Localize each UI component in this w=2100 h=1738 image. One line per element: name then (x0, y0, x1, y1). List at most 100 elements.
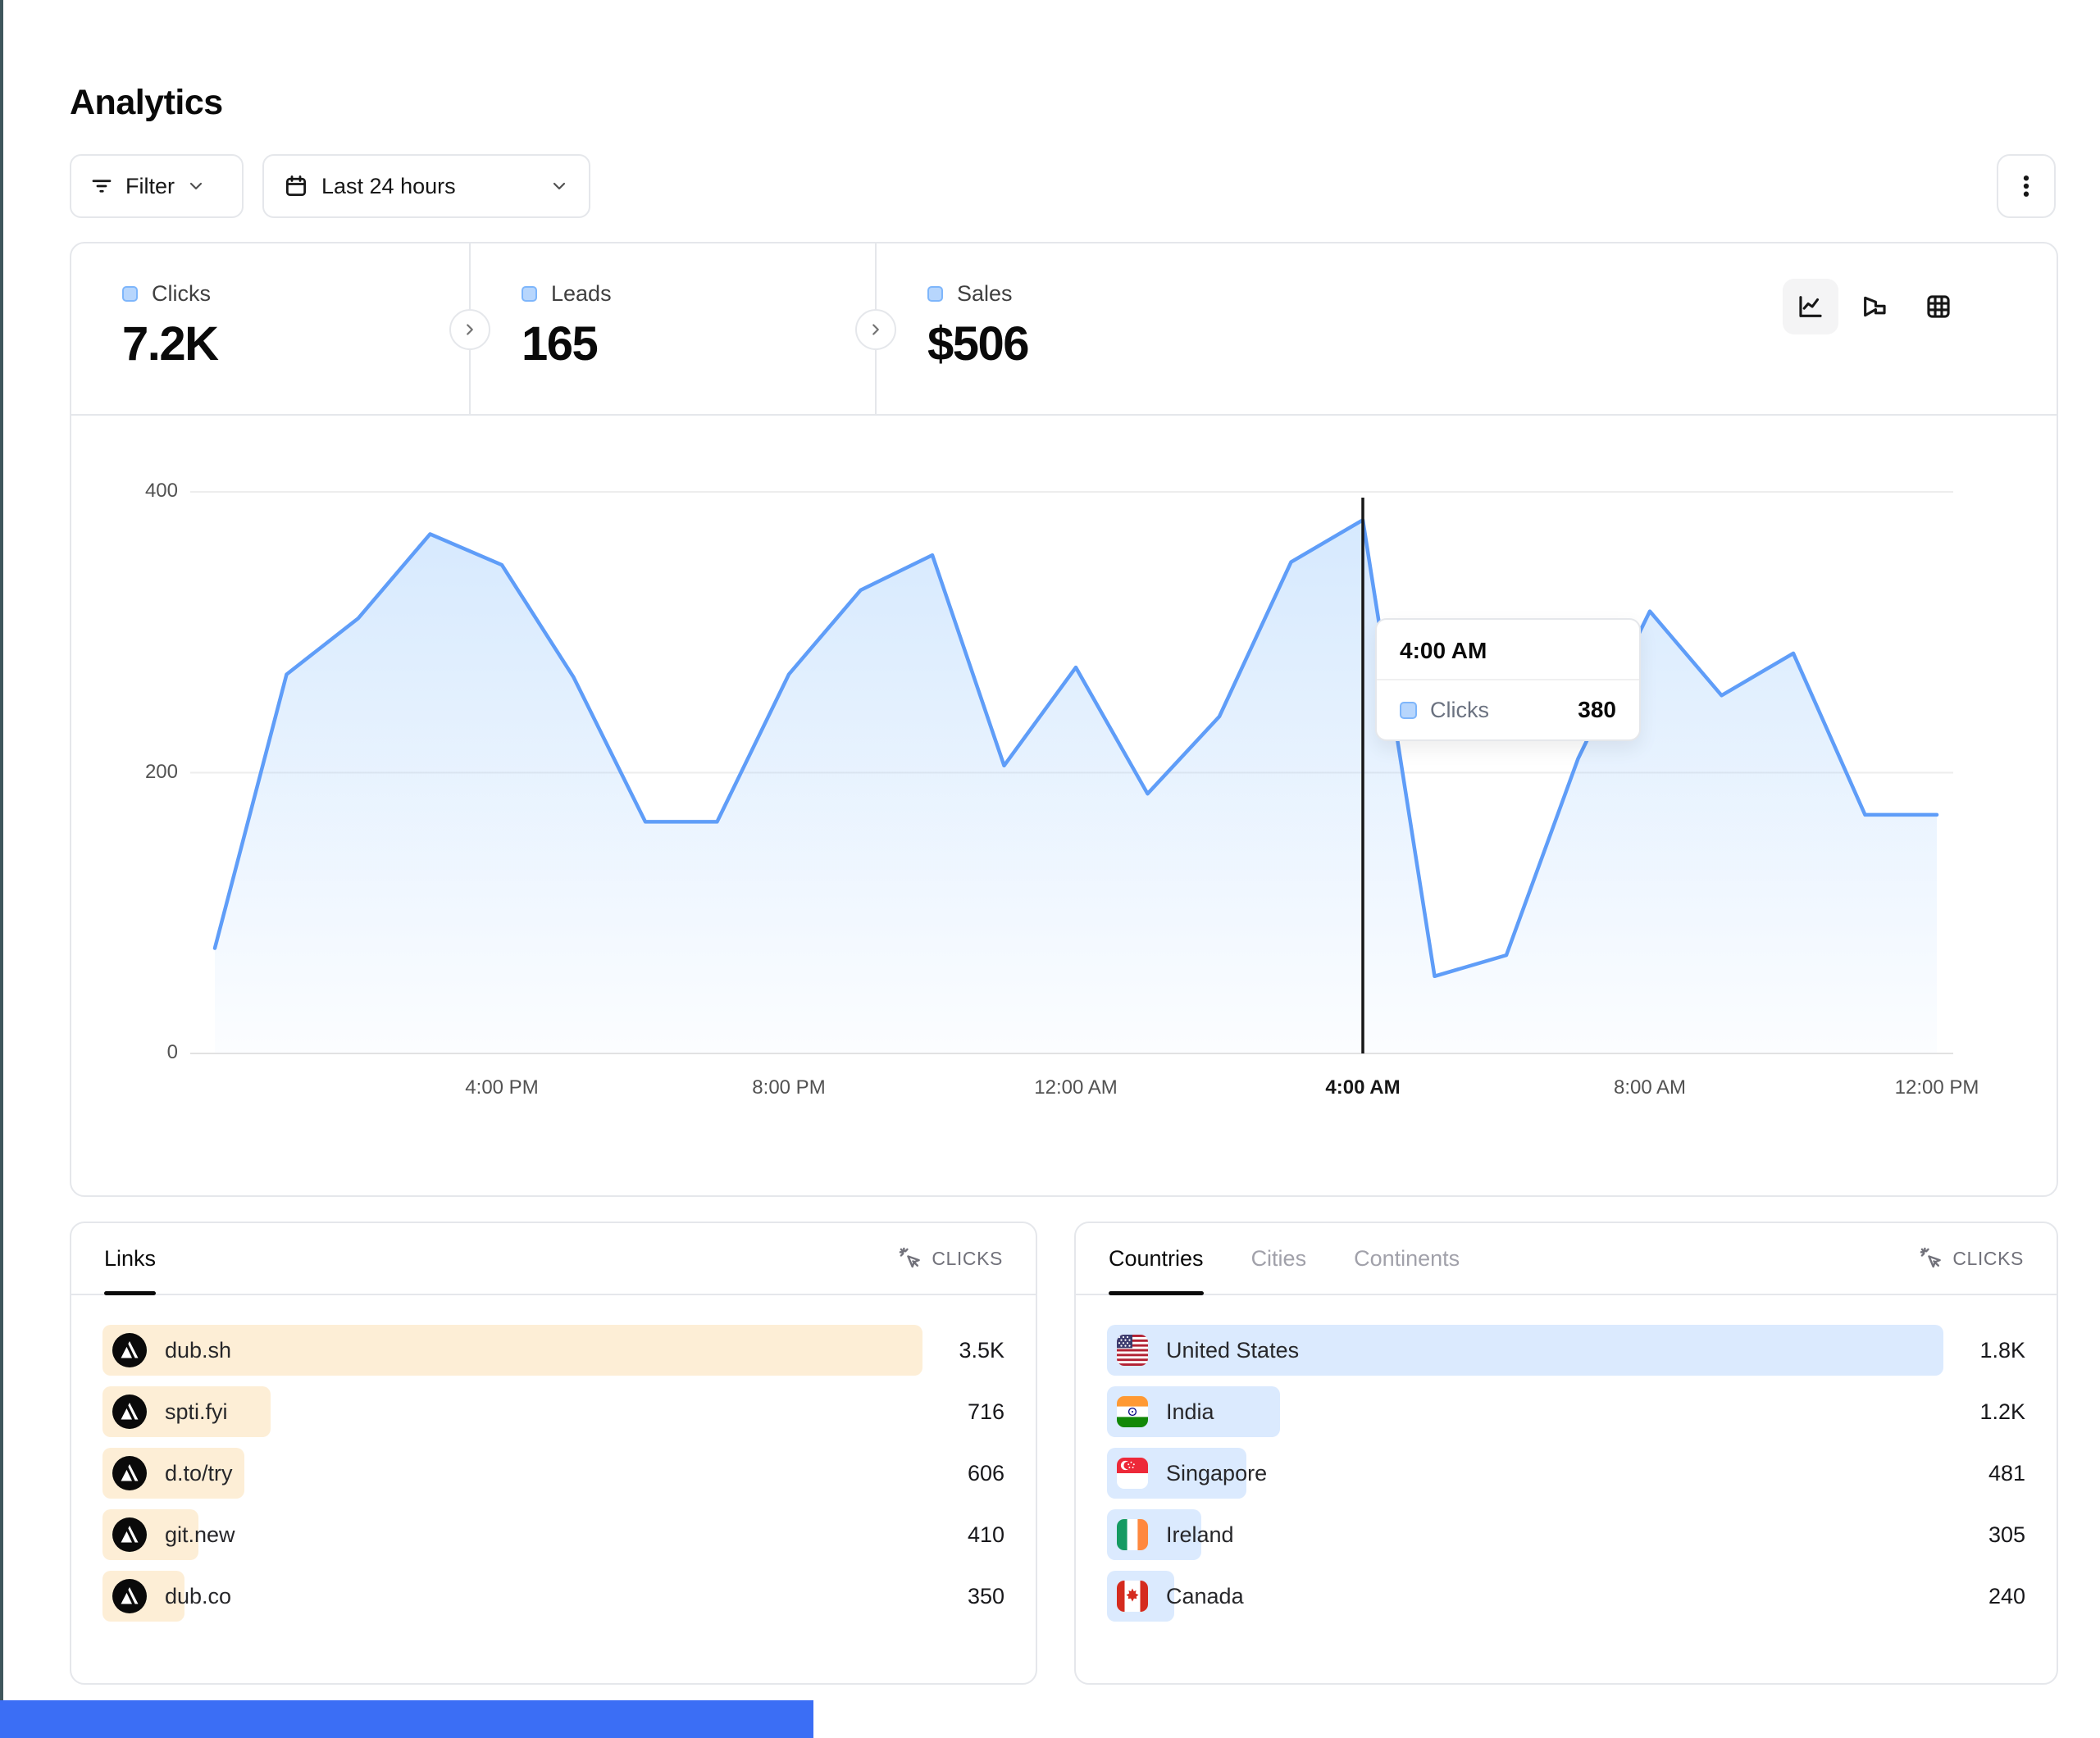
country-row[interactable]: India 1.2K (1107, 1386, 2025, 1437)
table-view-button[interactable] (1911, 279, 1966, 334)
clicks-legend-square-icon (1400, 702, 1417, 719)
x-axis-label: 12:00 PM (1895, 1076, 1979, 1099)
country-row[interactable]: Canada 240 (1107, 1571, 2025, 1622)
x-axis-label: 4:00 PM (465, 1076, 538, 1099)
tab-links[interactable]: Links (104, 1223, 156, 1294)
bottom-blue-bar (0, 1700, 813, 1738)
row-count: 350 (922, 1584, 1004, 1609)
leads-legend-square-icon (522, 286, 537, 302)
chevron-right-icon (461, 321, 479, 339)
expand-sales-button[interactable] (855, 309, 896, 350)
chevron-down-icon (549, 176, 569, 196)
filter-button[interactable]: Filter (70, 154, 244, 218)
row-label: dub.sh (165, 1338, 231, 1363)
stat-tab-leads[interactable]: Leads 165 (471, 243, 875, 414)
links-metric-selector[interactable]: CLICKS (899, 1247, 1003, 1270)
tab-continents[interactable]: Continents (1354, 1223, 1460, 1294)
more-options-button[interactable] (1997, 154, 2056, 218)
chart-tooltip: 4:00 AM Clicks 380 (1375, 618, 1641, 741)
countries-list: United States 1.8K India 1.2K Singapore481 Ir… (1076, 1295, 2057, 1622)
stat-label: Sales (957, 281, 1013, 307)
dub-logo-icon (112, 1456, 147, 1490)
line-chart-icon (1797, 293, 1824, 321)
x-axis-label: 12:00 AM (1034, 1076, 1117, 1099)
y-axis-label: 0 (88, 1041, 178, 1064)
filter-icon (89, 174, 114, 198)
ca-flag-icon (1117, 1581, 1148, 1612)
stat-label: Leads (551, 281, 612, 307)
stat-value: 165 (522, 316, 875, 371)
link-row[interactable]: spti.fyi716 (102, 1386, 1004, 1437)
country-row[interactable]: Singapore481 (1107, 1448, 2025, 1499)
countries-panel-header: Countries Cities Continents CLICKS (1076, 1223, 2057, 1295)
clicks-chart[interactable]: 0 200 400 4:00 PM 8:00 PM 12:00 AM 4:00 AM 8:0… (71, 416, 2057, 1197)
funnel-chart-view-button[interactable] (1847, 279, 1902, 334)
ie-flag-icon (1117, 1519, 1148, 1550)
stat-tab-clicks[interactable]: Clicks 7.2K (71, 243, 469, 414)
chevron-down-icon (186, 176, 206, 196)
countries-panel: Countries Cities Continents CLICKS Unite… (1074, 1222, 2058, 1685)
dub-logo-icon (112, 1579, 147, 1613)
x-axis-label: 8:00 AM (1614, 1076, 1686, 1099)
row-label: dub.co (165, 1584, 231, 1609)
tooltip-time: 4:00 AM (1377, 620, 1639, 680)
row-count: 3.5K (922, 1338, 1004, 1363)
tab-cities[interactable]: Cities (1251, 1223, 1307, 1294)
analytics-card: Clicks 7.2K Leads 165 Sales $506 (70, 242, 2058, 1197)
row-count: 1.2K (1943, 1399, 2025, 1425)
row-count: 240 (1943, 1584, 2025, 1609)
cursor-click-icon (899, 1247, 922, 1270)
sg-flag-icon (1117, 1458, 1148, 1489)
links-panel: Links CLICKS dub.sh 3.5K spti.fyi716 d.to/t… (70, 1222, 1037, 1685)
row-label: Ireland (1166, 1522, 1234, 1548)
x-axis-label: 8:00 PM (752, 1076, 825, 1099)
link-row[interactable]: d.to/try 606 (102, 1448, 1004, 1499)
y-axis-label: 200 (88, 761, 178, 784)
stat-value: 7.2K (122, 316, 469, 371)
filter-button-label: Filter (125, 174, 175, 199)
row-count: 1.8K (1943, 1338, 2025, 1363)
countries-metric-selector[interactable]: CLICKS (1920, 1247, 2024, 1270)
dub-logo-icon (112, 1333, 147, 1367)
link-row[interactable]: dub.sh 3.5K (102, 1325, 1004, 1376)
chart-canvas[interactable] (190, 461, 1953, 1084)
tooltip-value: 380 (1578, 697, 1616, 723)
tooltip-series-label: Clicks (1430, 698, 1489, 723)
page-title: Analytics (70, 83, 223, 123)
y-axis-label: 400 (88, 480, 178, 503)
link-row[interactable]: dub.co 350 (102, 1571, 1004, 1622)
clicks-legend-square-icon (122, 286, 138, 302)
stat-label: Clicks (152, 281, 211, 307)
links-panel-header: Links CLICKS (71, 1223, 1036, 1295)
line-chart-view-button[interactable] (1783, 279, 1838, 334)
row-label: d.to/try (165, 1461, 233, 1486)
grid-table-icon (1925, 293, 1952, 321)
stat-tab-sales[interactable]: Sales $506 (877, 243, 1287, 414)
funnel-chart-icon (1861, 293, 1888, 321)
metric-label: CLICKS (932, 1248, 1003, 1270)
window-left-edge (0, 0, 3, 1738)
row-label: git.new (165, 1522, 235, 1548)
row-count: 606 (922, 1461, 1004, 1486)
dub-logo-icon (112, 1517, 147, 1552)
chevron-right-icon (867, 321, 885, 339)
chart-area-fill (215, 520, 1937, 1053)
dub-logo-icon (112, 1394, 147, 1429)
row-count: 410 (922, 1522, 1004, 1548)
us-flag-icon (1117, 1335, 1148, 1366)
date-range-button[interactable]: Last 24 hours (262, 154, 590, 218)
country-row[interactable]: United States 1.8K (1107, 1325, 2025, 1376)
in-flag-icon (1117, 1396, 1148, 1427)
row-label: Canada (1166, 1584, 1244, 1609)
tab-countries[interactable]: Countries (1109, 1223, 1204, 1294)
links-list: dub.sh 3.5K spti.fyi716 d.to/try 606 git.new 4… (71, 1295, 1036, 1622)
row-count: 305 (1943, 1522, 2025, 1548)
link-row[interactable]: git.new 410 (102, 1509, 1004, 1560)
expand-leads-button[interactable] (449, 309, 490, 350)
row-label: spti.fyi (165, 1399, 228, 1425)
country-row[interactable]: Ireland 305 (1107, 1509, 2025, 1560)
row-label: United States (1166, 1338, 1299, 1363)
kebab-menu-icon (2014, 172, 2039, 200)
row-label: India (1166, 1399, 1214, 1425)
sales-legend-square-icon (927, 286, 943, 302)
